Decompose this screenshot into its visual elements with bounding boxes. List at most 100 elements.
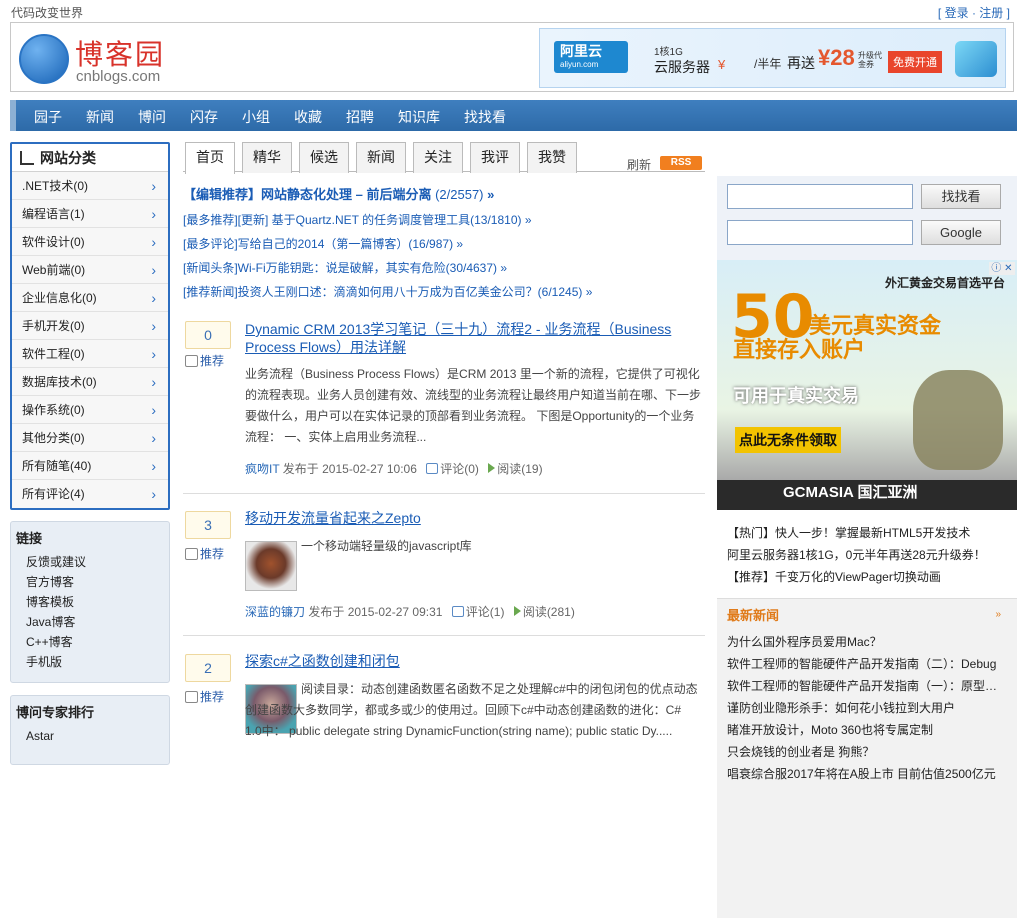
- category-item[interactable]: 软件工程(0) ›: [12, 340, 168, 368]
- forex-ad[interactable]: ⓘ ✕ 外汇黄金交易首选平台 50 美元真实资金 直接存入账户 可用于真实交易 …: [717, 260, 1017, 510]
- tab-candidates[interactable]: 候选: [299, 142, 349, 173]
- category-item[interactable]: 编程语言(1) ›: [12, 200, 168, 228]
- cloud-cube-icon: [955, 41, 997, 77]
- chevron-right-icon: ›: [151, 318, 156, 334]
- chevron-right-icon: ›: [151, 458, 156, 474]
- link-item[interactable]: 官方博客: [16, 572, 169, 592]
- post-footer: 深蓝的镰刀 发布于 2015-02-27 09:31 评论(1) 阅读(281): [245, 603, 575, 620]
- banner-amount: ¥28: [818, 45, 855, 70]
- news-item[interactable]: 只会烧钱的创业者是 狗熊？: [727, 741, 1015, 763]
- banner-spec: 1核1G: [654, 47, 683, 58]
- register-link[interactable]: 注册: [979, 6, 1003, 20]
- nav-item-knowledge[interactable]: 知识库: [398, 107, 440, 127]
- category-item[interactable]: 数据库技术(0) ›: [12, 368, 168, 396]
- post-thumbnail[interactable]: [245, 541, 297, 591]
- news-item[interactable]: 为什么国外程序员爱用Mac？: [727, 631, 1015, 653]
- category-item[interactable]: 企业信息化(0) ›: [12, 284, 168, 312]
- digg-button[interactable]: 推荐: [185, 688, 224, 705]
- recommend-link[interactable]: [推荐新闻]投资人王刚口述：滴滴如何用八十万成为百亿美金公司？(6/1245) …: [183, 285, 705, 299]
- nav-item-flash[interactable]: 闪存: [190, 107, 218, 127]
- ad-cta-button[interactable]: 点此无条件领取: [735, 427, 841, 453]
- nav-item-favorites[interactable]: 收藏: [294, 107, 322, 127]
- editor-pick-link[interactable]: 【编辑推荐】网站静态化处理 – 前后端分离: [183, 187, 431, 202]
- post-title[interactable]: Dynamic CRM 2013学习笔记（三十九）流程2 - 业务流程（Busi…: [245, 320, 697, 356]
- post-comments[interactable]: 评论(1): [466, 605, 505, 619]
- ad-line3: 可用于真实交易: [733, 386, 859, 406]
- nav-item-news[interactable]: 新闻: [86, 107, 114, 127]
- nav-item-groups[interactable]: 小组: [242, 107, 270, 127]
- search-button[interactable]: 找找看: [921, 184, 1001, 209]
- news-item[interactable]: 谨防创业隐形杀手：如何花小钱拉到大用户: [727, 697, 1015, 719]
- site-search-input[interactable]: [727, 184, 913, 209]
- hot-link[interactable]: 【推荐】千变万化的ViewPager切换动画: [727, 566, 986, 588]
- link-item[interactable]: C++博客: [16, 632, 169, 652]
- post-author[interactable]: 深蓝的镰刀: [245, 605, 305, 619]
- aliyun-logo: 阿里云 aliyun.com: [554, 41, 628, 73]
- rss-icon[interactable]: RSS: [660, 156, 702, 170]
- editor-pick-more[interactable]: »: [487, 187, 494, 202]
- category-item[interactable]: 操作系统(0) ›: [12, 396, 168, 424]
- latest-news-more[interactable]: »: [995, 609, 1001, 620]
- banner-open-button[interactable]: 免费开通: [888, 51, 942, 73]
- category-label: 其他分类(0): [22, 431, 85, 445]
- post-item: 2 推荐 探索c#之函数创建和闭包 阅读目录：动态创建函数匿名函数不足之处理解c…: [183, 651, 705, 771]
- post-summary: 一个移动端轻量级的javascript库: [301, 539, 472, 553]
- category-item[interactable]: Web前端(0) ›: [12, 256, 168, 284]
- nav-item-search[interactable]: 找找看: [464, 107, 506, 127]
- category-label: 手机开发(0): [22, 319, 85, 333]
- google-search-input[interactable]: [727, 220, 913, 245]
- refresh-link[interactable]: 刷新: [627, 156, 651, 173]
- news-item[interactable]: 软件工程师的智能硬件产品开发指南（一）：原型…: [727, 675, 1015, 697]
- category-item[interactable]: 所有随笔(40) ›: [12, 452, 168, 480]
- main-content: 首页 精华 候选 新闻 关注 我评 我赞 刷新 RSS 【编辑推荐】网站静态化处…: [183, 142, 705, 738]
- link-item[interactable]: 博客模板: [16, 592, 169, 612]
- chevron-right-icon: ›: [151, 234, 156, 250]
- site-slogan: 代码改变世界: [11, 6, 84, 20]
- digg-button[interactable]: 推荐: [185, 545, 224, 562]
- news-item[interactable]: 软件工程师的智能硬件产品开发指南（二）：Debug: [727, 653, 1015, 675]
- news-list: 为什么国外程序员爱用Mac？ 软件工程师的智能硬件产品开发指南（二）：Debug…: [727, 631, 1015, 785]
- category-item[interactable]: 手机开发(0) ›: [12, 312, 168, 340]
- post-title[interactable]: 探索c#之函数创建和闭包: [245, 652, 697, 670]
- post-comments[interactable]: 评论(0): [440, 462, 479, 476]
- recommend-link[interactable]: [最多推荐][更新] 基于Quartz.NET 的任务调度管理工具(13/181…: [183, 213, 705, 227]
- category-item[interactable]: 软件设计(0) ›: [12, 228, 168, 256]
- hot-link[interactable]: 【热门】快人一步！掌握最新HTML5开发技术: [727, 522, 986, 544]
- aliyun-banner-ad[interactable]: 阿里云 aliyun.com 1核1G 云服务器 ¥ /半年 再送 ¥28 升级代…: [539, 28, 1006, 88]
- news-item[interactable]: 唱衰综合服2017年将在A股上市 目前估值2500亿元: [727, 763, 1015, 785]
- nav-item-yuanzi[interactable]: 园子: [34, 107, 62, 127]
- post-title[interactable]: 移动开发流量省起来之Zepto: [245, 509, 697, 527]
- read-icon: [488, 463, 496, 473]
- tab-following[interactable]: 关注: [413, 142, 463, 173]
- category-item[interactable]: .NET技术(0) ›: [12, 172, 168, 200]
- tab-my-comments[interactable]: 我评: [470, 142, 520, 173]
- recommend-link[interactable]: [最多评论]写给自己的2014（第一篇博客）(16/987) »: [183, 237, 705, 251]
- money-bag-icon: [913, 370, 1003, 470]
- tab-featured[interactable]: 精华: [242, 142, 292, 173]
- category-label: 软件工程(0): [22, 347, 85, 361]
- post-reads[interactable]: 阅读(19): [497, 462, 542, 476]
- post-item: 0 推荐 Dynamic CRM 2013学习笔记（三十九）流程2 - 业务流程…: [183, 318, 705, 493]
- post-reads[interactable]: 阅读(281): [523, 605, 575, 619]
- category-item[interactable]: 其他分类(0) ›: [12, 424, 168, 452]
- link-item[interactable]: 手机版: [16, 652, 169, 672]
- site-logo[interactable]: 博客园 cnblogs.com: [19, 31, 179, 85]
- login-link[interactable]: 登录: [945, 6, 969, 20]
- nav-item-jobs[interactable]: 招聘: [346, 107, 374, 127]
- hot-link[interactable]: 阿里云服务器1核1G，0元半年再送28元升级券！: [727, 544, 986, 566]
- link-item[interactable]: Java博客: [16, 612, 169, 632]
- recommend-link[interactable]: [新闻头条]Wi-Fi万能钥匙：说是破解，其实有危险(30/4637) »: [183, 261, 705, 275]
- nav-item-qa[interactable]: 博问: [138, 107, 166, 127]
- post-author[interactable]: 疯吻IT: [245, 462, 279, 476]
- digg-button[interactable]: 推荐: [185, 352, 224, 369]
- news-item[interactable]: 睹准开放设计，Moto 360也将专属定制: [727, 719, 1015, 741]
- links-panel: 链接 反馈或建议 官方博客 博客模板 Java博客 C++博客 手机版: [10, 521, 170, 683]
- google-search-button[interactable]: Google: [921, 220, 1001, 245]
- tab-my-likes[interactable]: 我赞: [527, 142, 577, 173]
- category-panel: 网站分类 .NET技术(0) › 编程语言(1) › 软件设计(0) › Web前端(…: [10, 142, 170, 510]
- expert-item[interactable]: Astar: [16, 726, 169, 746]
- category-item[interactable]: 所有评论(4) ›: [12, 480, 168, 508]
- tab-home[interactable]: 首页: [185, 142, 235, 174]
- tab-news[interactable]: 新闻: [356, 142, 406, 173]
- link-item[interactable]: 反馈或建议: [16, 552, 169, 572]
